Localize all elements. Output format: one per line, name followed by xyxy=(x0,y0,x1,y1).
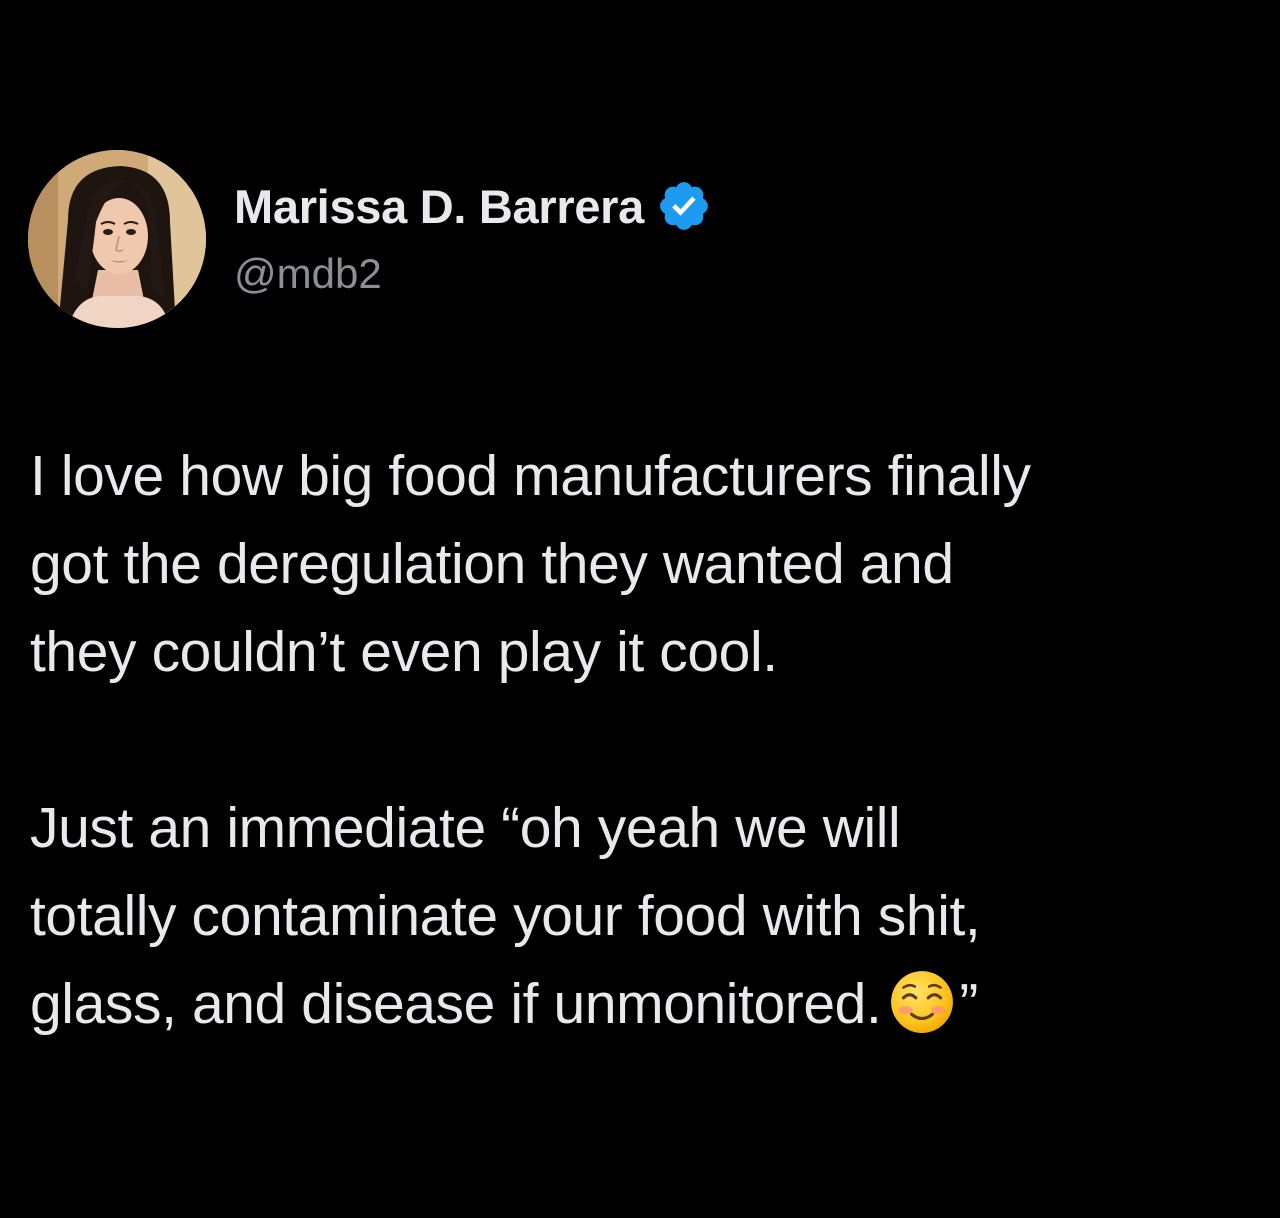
tweet-line: totally contaminate your food with shit, xyxy=(30,884,981,948)
author-handle[interactable]: @mdb2 xyxy=(234,250,382,298)
tweet-body: I love how big food manufacturers finall… xyxy=(30,432,1260,1048)
avatar[interactable] xyxy=(28,150,206,328)
author-name-row: Marissa D. Barrera xyxy=(234,176,712,236)
tweet-card: Marissa D. Barrera @mdb2 I love how big … xyxy=(0,0,1280,1218)
closing-quote: ” xyxy=(959,972,979,1036)
tweet-line: they couldn’t even play it cool. xyxy=(30,620,778,684)
author-display-name[interactable]: Marissa D. Barrera xyxy=(234,179,644,234)
tweet-line: Just an immediate “oh yeah we will xyxy=(30,796,901,860)
tweet-line-text: glass, and disease if unmonitored. xyxy=(30,972,882,1036)
tweet-line: I love how big food manufacturers finall… xyxy=(30,444,1031,508)
tweet-line: got the deregulation they wanted and xyxy=(30,532,954,596)
smiling-face-icon xyxy=(889,969,955,1035)
verified-badge-icon xyxy=(656,178,712,234)
tweet-line-last: glass, and disease if unmonitored. ” xyxy=(30,960,1260,1048)
